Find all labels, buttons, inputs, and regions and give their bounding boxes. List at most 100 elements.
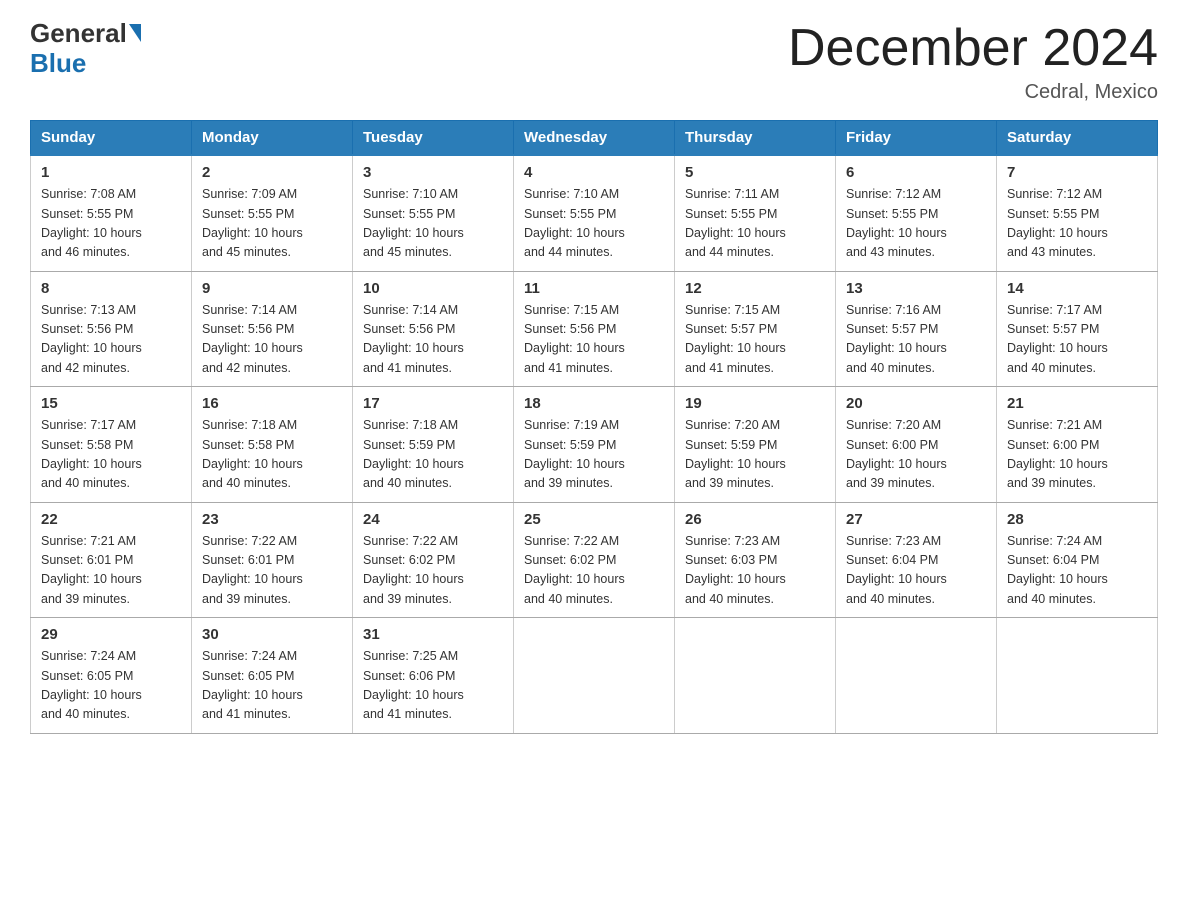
day-info: Sunrise: 7:11 AM Sunset: 5:55 PM Dayligh… (685, 185, 825, 263)
calendar-cell: 26 Sunrise: 7:23 AM Sunset: 6:03 PM Dayl… (675, 502, 836, 618)
day-info: Sunrise: 7:21 AM Sunset: 6:00 PM Dayligh… (1007, 416, 1147, 494)
day-number: 13 (846, 280, 986, 297)
column-header-thursday: Thursday (675, 121, 836, 156)
calendar-cell (997, 618, 1158, 734)
day-info: Sunrise: 7:20 AM Sunset: 6:00 PM Dayligh… (846, 416, 986, 494)
calendar-cell: 18 Sunrise: 7:19 AM Sunset: 5:59 PM Dayl… (514, 387, 675, 503)
calendar-week-row: 29 Sunrise: 7:24 AM Sunset: 6:05 PM Dayl… (31, 618, 1158, 734)
day-number: 4 (524, 164, 664, 181)
day-info: Sunrise: 7:22 AM Sunset: 6:01 PM Dayligh… (202, 532, 342, 610)
calendar-cell: 17 Sunrise: 7:18 AM Sunset: 5:59 PM Dayl… (353, 387, 514, 503)
calendar-week-row: 15 Sunrise: 7:17 AM Sunset: 5:58 PM Dayl… (31, 387, 1158, 503)
day-info: Sunrise: 7:09 AM Sunset: 5:55 PM Dayligh… (202, 185, 342, 263)
month-title: December 2024 (788, 20, 1158, 77)
day-number: 27 (846, 511, 986, 528)
calendar-cell: 20 Sunrise: 7:20 AM Sunset: 6:00 PM Dayl… (836, 387, 997, 503)
day-info: Sunrise: 7:14 AM Sunset: 5:56 PM Dayligh… (202, 301, 342, 379)
calendar-cell: 2 Sunrise: 7:09 AM Sunset: 5:55 PM Dayli… (192, 155, 353, 271)
day-number: 24 (363, 511, 503, 528)
day-number: 15 (41, 395, 181, 412)
calendar-cell: 21 Sunrise: 7:21 AM Sunset: 6:00 PM Dayl… (997, 387, 1158, 503)
calendar-header-row: SundayMondayTuesdayWednesdayThursdayFrid… (31, 121, 1158, 156)
day-number: 18 (524, 395, 664, 412)
day-number: 12 (685, 280, 825, 297)
calendar-cell: 3 Sunrise: 7:10 AM Sunset: 5:55 PM Dayli… (353, 155, 514, 271)
day-number: 3 (363, 164, 503, 181)
calendar-week-row: 8 Sunrise: 7:13 AM Sunset: 5:56 PM Dayli… (31, 271, 1158, 387)
calendar-cell: 25 Sunrise: 7:22 AM Sunset: 6:02 PM Dayl… (514, 502, 675, 618)
day-info: Sunrise: 7:20 AM Sunset: 5:59 PM Dayligh… (685, 416, 825, 494)
calendar-cell: 14 Sunrise: 7:17 AM Sunset: 5:57 PM Dayl… (997, 271, 1158, 387)
column-header-monday: Monday (192, 121, 353, 156)
calendar-cell: 12 Sunrise: 7:15 AM Sunset: 5:57 PM Dayl… (675, 271, 836, 387)
day-number: 14 (1007, 280, 1147, 297)
day-number: 29 (41, 626, 181, 643)
day-number: 19 (685, 395, 825, 412)
column-header-tuesday: Tuesday (353, 121, 514, 156)
calendar-cell: 10 Sunrise: 7:14 AM Sunset: 5:56 PM Dayl… (353, 271, 514, 387)
day-number: 20 (846, 395, 986, 412)
day-info: Sunrise: 7:08 AM Sunset: 5:55 PM Dayligh… (41, 185, 181, 263)
day-number: 16 (202, 395, 342, 412)
calendar-cell: 7 Sunrise: 7:12 AM Sunset: 5:55 PM Dayli… (997, 155, 1158, 271)
logo-general-text: General (30, 20, 127, 46)
day-number: 7 (1007, 164, 1147, 181)
calendar-cell: 8 Sunrise: 7:13 AM Sunset: 5:56 PM Dayli… (31, 271, 192, 387)
calendar-cell (836, 618, 997, 734)
day-info: Sunrise: 7:23 AM Sunset: 6:03 PM Dayligh… (685, 532, 825, 610)
day-info: Sunrise: 7:12 AM Sunset: 5:55 PM Dayligh… (1007, 185, 1147, 263)
calendar-cell: 11 Sunrise: 7:15 AM Sunset: 5:56 PM Dayl… (514, 271, 675, 387)
day-info: Sunrise: 7:17 AM Sunset: 5:58 PM Dayligh… (41, 416, 181, 494)
calendar-cell: 30 Sunrise: 7:24 AM Sunset: 6:05 PM Dayl… (192, 618, 353, 734)
day-number: 23 (202, 511, 342, 528)
calendar-cell: 24 Sunrise: 7:22 AM Sunset: 6:02 PM Dayl… (353, 502, 514, 618)
calendar-cell: 31 Sunrise: 7:25 AM Sunset: 6:06 PM Dayl… (353, 618, 514, 734)
calendar-cell: 4 Sunrise: 7:10 AM Sunset: 5:55 PM Dayli… (514, 155, 675, 271)
day-number: 30 (202, 626, 342, 643)
day-info: Sunrise: 7:22 AM Sunset: 6:02 PM Dayligh… (524, 532, 664, 610)
day-number: 2 (202, 164, 342, 181)
calendar-cell: 13 Sunrise: 7:16 AM Sunset: 5:57 PM Dayl… (836, 271, 997, 387)
calendar-cell: 22 Sunrise: 7:21 AM Sunset: 6:01 PM Dayl… (31, 502, 192, 618)
day-info: Sunrise: 7:12 AM Sunset: 5:55 PM Dayligh… (846, 185, 986, 263)
calendar-cell (675, 618, 836, 734)
day-number: 21 (1007, 395, 1147, 412)
day-info: Sunrise: 7:22 AM Sunset: 6:02 PM Dayligh… (363, 532, 503, 610)
day-info: Sunrise: 7:15 AM Sunset: 5:56 PM Dayligh… (524, 301, 664, 379)
calendar-cell: 19 Sunrise: 7:20 AM Sunset: 5:59 PM Dayl… (675, 387, 836, 503)
logo-blue-text: Blue (30, 48, 86, 79)
day-info: Sunrise: 7:10 AM Sunset: 5:55 PM Dayligh… (524, 185, 664, 263)
column-header-wednesday: Wednesday (514, 121, 675, 156)
day-number: 9 (202, 280, 342, 297)
day-info: Sunrise: 7:19 AM Sunset: 5:59 PM Dayligh… (524, 416, 664, 494)
day-info: Sunrise: 7:21 AM Sunset: 6:01 PM Dayligh… (41, 532, 181, 610)
day-number: 17 (363, 395, 503, 412)
calendar-cell: 15 Sunrise: 7:17 AM Sunset: 5:58 PM Dayl… (31, 387, 192, 503)
calendar-cell: 9 Sunrise: 7:14 AM Sunset: 5:56 PM Dayli… (192, 271, 353, 387)
calendar-cell: 27 Sunrise: 7:23 AM Sunset: 6:04 PM Dayl… (836, 502, 997, 618)
calendar-cell (514, 618, 675, 734)
calendar-cell: 23 Sunrise: 7:22 AM Sunset: 6:01 PM Dayl… (192, 502, 353, 618)
day-info: Sunrise: 7:16 AM Sunset: 5:57 PM Dayligh… (846, 301, 986, 379)
page-header: General Blue December 2024 Cedral, Mexic… (30, 20, 1158, 104)
column-header-sunday: Sunday (31, 121, 192, 156)
calendar-table: SundayMondayTuesdayWednesdayThursdayFrid… (30, 120, 1158, 734)
day-number: 11 (524, 280, 664, 297)
location-subtitle: Cedral, Mexico (788, 81, 1158, 104)
logo-arrow-icon (129, 24, 141, 42)
calendar-cell: 28 Sunrise: 7:24 AM Sunset: 6:04 PM Dayl… (997, 502, 1158, 618)
day-number: 31 (363, 626, 503, 643)
calendar-cell: 16 Sunrise: 7:18 AM Sunset: 5:58 PM Dayl… (192, 387, 353, 503)
day-info: Sunrise: 7:24 AM Sunset: 6:05 PM Dayligh… (41, 647, 181, 725)
day-number: 5 (685, 164, 825, 181)
calendar-cell: 1 Sunrise: 7:08 AM Sunset: 5:55 PM Dayli… (31, 155, 192, 271)
day-info: Sunrise: 7:23 AM Sunset: 6:04 PM Dayligh… (846, 532, 986, 610)
column-header-friday: Friday (836, 121, 997, 156)
day-number: 22 (41, 511, 181, 528)
calendar-cell: 29 Sunrise: 7:24 AM Sunset: 6:05 PM Dayl… (31, 618, 192, 734)
day-info: Sunrise: 7:24 AM Sunset: 6:05 PM Dayligh… (202, 647, 342, 725)
day-info: Sunrise: 7:18 AM Sunset: 5:59 PM Dayligh… (363, 416, 503, 494)
title-area: December 2024 Cedral, Mexico (788, 20, 1158, 104)
logo: General Blue (30, 20, 141, 79)
day-number: 6 (846, 164, 986, 181)
